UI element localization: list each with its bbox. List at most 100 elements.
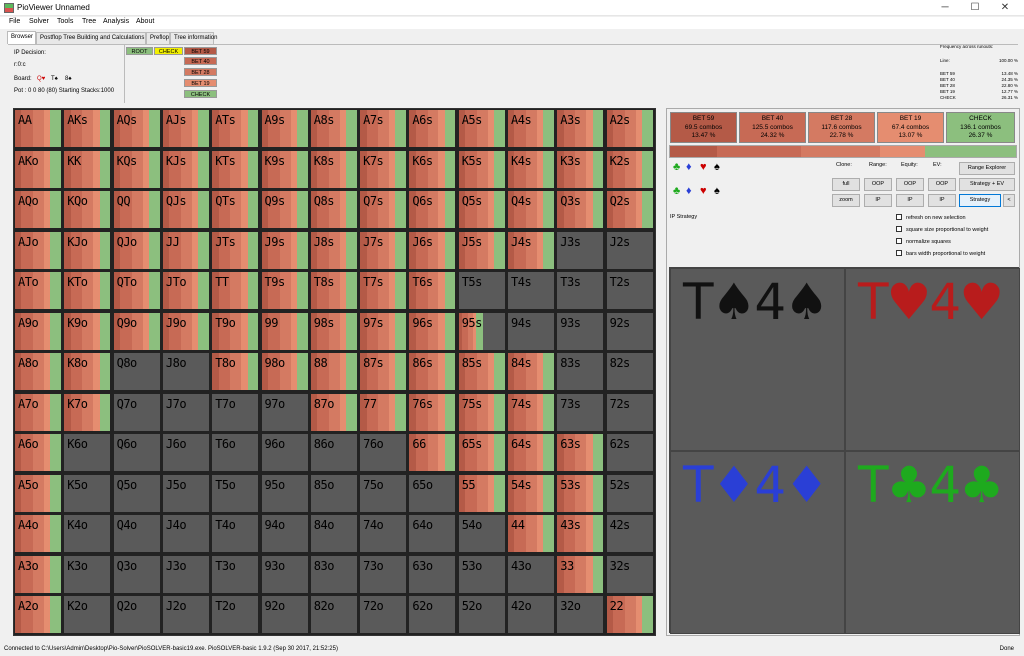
range-oop-button[interactable]: OOP (864, 178, 892, 191)
hand-cell-T4s[interactable]: T4s (507, 271, 555, 310)
hand-cell-KQs[interactable]: KQs (112, 149, 161, 189)
tab-preflop[interactable]: Preflop (146, 32, 170, 44)
hand-cell-KTs[interactable]: KTs (211, 149, 260, 189)
range-ip-button[interactable]: IP (864, 194, 892, 207)
hand-cell-T5o[interactable]: T5o (211, 473, 260, 513)
hand-cell-Q2s[interactable]: Q2s (605, 190, 654, 229)
hand-cell-66[interactable]: 66 (408, 433, 457, 472)
hand-cell-A2s[interactable]: A2s (605, 109, 654, 148)
hand-cell-72o[interactable]: 72o (359, 595, 408, 634)
hand-cell-KTo[interactable]: KTo (63, 271, 112, 310)
hand-cell-75s[interactable]: 75s (457, 392, 506, 432)
hand-cell-86o[interactable]: 86o (309, 433, 358, 472)
hand-cell-AJs[interactable]: AJs (161, 109, 210, 148)
hand-cell-T8s[interactable]: T8s (309, 271, 358, 310)
hand-cell-99[interactable]: 99 (260, 311, 309, 351)
hand-cell-43s[interactable]: 43s (556, 514, 605, 553)
hand-cell-62s[interactable]: 62s (605, 433, 654, 472)
hand-cell-J9o[interactable]: J9o (161, 311, 210, 351)
hand-cell-96s[interactable]: 96s (408, 311, 457, 351)
hand-cell-84o[interactable]: 84o (309, 514, 358, 553)
normalize-checkbox[interactable]: normalize squares (896, 238, 951, 245)
hand-cell-98o[interactable]: 98o (260, 352, 309, 391)
hand-cell-98s[interactable]: 98s (309, 311, 358, 351)
hand-cell-87o[interactable]: 87o (309, 392, 358, 432)
hand-cell-53o[interactable]: 53o (457, 554, 506, 594)
hand-cell-K4s[interactable]: K4s (507, 149, 555, 189)
hand-cell-AQo[interactable]: AQo (14, 190, 62, 229)
hand-cell-Q5s[interactable]: Q5s (457, 190, 506, 229)
maximize-button[interactable]: ☐ (960, 0, 990, 16)
hand-cell-J3o[interactable]: J3o (161, 554, 210, 594)
action-summary-bet19[interactable]: BET 19 67.4 combos 13.07 % (877, 112, 944, 143)
heart-icon[interactable]: ♥ (700, 185, 707, 197)
hand-cell-64o[interactable]: 64o (408, 514, 457, 553)
hand-cell-A8s[interactable]: A8s (309, 109, 358, 148)
hand-cell-92o[interactable]: 92o (260, 595, 309, 634)
hand-cell-ATo[interactable]: ATo (14, 271, 62, 310)
spade-icon[interactable]: ♠ (714, 161, 720, 173)
hand-cell-T7o[interactable]: T7o (211, 392, 260, 432)
hand-cell-93s[interactable]: 93s (556, 311, 605, 351)
hand-cell-82o[interactable]: 82o (309, 595, 358, 634)
action-summary-bet40[interactable]: BET 40 125.5 combos 24.32 % (739, 112, 806, 143)
hand-cell-ATs[interactable]: ATs (211, 109, 260, 148)
hand-cell-A9s[interactable]: A9s (260, 109, 309, 148)
hand-cell-42s[interactable]: 42s (605, 514, 654, 553)
hand-cell-94o[interactable]: 94o (260, 514, 309, 553)
hand-cell-A4o[interactable]: A4o (14, 514, 62, 553)
hand-cell-A9o[interactable]: A9o (14, 311, 62, 351)
full-button[interactable]: full (832, 178, 860, 191)
heart-icon[interactable]: ♥ (700, 161, 707, 173)
hand-cell-43o[interactable]: 43o (507, 554, 555, 594)
hand-cell-97s[interactable]: 97s (359, 311, 408, 351)
hand-cell-K5s[interactable]: K5s (457, 149, 506, 189)
hand-cell-J5o[interactable]: J5o (161, 473, 210, 513)
hand-cell-52s[interactable]: 52s (605, 473, 654, 513)
hand-cell-J7s[interactable]: J7s (359, 230, 408, 270)
hand-cell-K8o[interactable]: K8o (63, 352, 112, 391)
refresh-checkbox[interactable]: refresh on new selection (896, 214, 966, 221)
tree-bet19-node[interactable]: BET 19 (184, 79, 217, 87)
hand-cell-32s[interactable]: 32s (605, 554, 654, 594)
hand-cell-T5s[interactable]: T5s (457, 271, 506, 310)
hand-cell-Q5o[interactable]: Q5o (112, 473, 161, 513)
hand-cell-65o[interactable]: 65o (408, 473, 457, 513)
hand-cell-J8o[interactable]: J8o (161, 352, 210, 391)
hand-cell-72s[interactable]: 72s (605, 392, 654, 432)
hand-cell-T3s[interactable]: T3s (556, 271, 605, 310)
hand-cell-A7o[interactable]: A7o (14, 392, 62, 432)
hand-cell-88[interactable]: 88 (309, 352, 358, 391)
hand-cell-QTo[interactable]: QTo (112, 271, 161, 310)
hand-cell-73o[interactable]: 73o (359, 554, 408, 594)
hand-cell-74s[interactable]: 74s (507, 392, 555, 432)
hand-cell-Q2o[interactable]: Q2o (112, 595, 161, 634)
checkbox-box[interactable] (896, 238, 902, 244)
hand-cell-K9o[interactable]: K9o (63, 311, 112, 351)
hand-cell-TT[interactable]: TT (211, 271, 260, 310)
equity-oop-button[interactable]: OOP (896, 178, 924, 191)
hand-cell-Q3s[interactable]: Q3s (556, 190, 605, 229)
hand-cell-K8s[interactable]: K8s (309, 149, 358, 189)
hand-cell-93o[interactable]: 93o (260, 554, 309, 594)
hand-cell-T9s[interactable]: T9s (260, 271, 309, 310)
hand-cell-K7s[interactable]: K7s (359, 149, 408, 189)
menu-solver[interactable]: Solver (29, 18, 49, 25)
hand-cell-87s[interactable]: 87s (359, 352, 408, 391)
hand-cell-76o[interactable]: 76o (359, 433, 408, 472)
hand-cell-Q7s[interactable]: Q7s (359, 190, 408, 229)
minimize-button[interactable]: ─ (930, 0, 960, 16)
hand-cell-95s[interactable]: 95s (457, 311, 506, 351)
hand-cell-J6o[interactable]: J6o (161, 433, 210, 472)
hand-cell-Q4s[interactable]: Q4s (507, 190, 555, 229)
hand-cell-T9o[interactable]: T9o (211, 311, 260, 351)
tree-check-node[interactable]: CHECK (154, 47, 183, 55)
hand-cell-A3s[interactable]: A3s (556, 109, 605, 148)
hand-cell-A3o[interactable]: A3o (14, 554, 62, 594)
hand-cell-73s[interactable]: 73s (556, 392, 605, 432)
hand-cell-J6s[interactable]: J6s (408, 230, 457, 270)
hand-cell-QJo[interactable]: QJo (112, 230, 161, 270)
hand-cell-44[interactable]: 44 (507, 514, 555, 553)
equity-ip-button[interactable]: IP (896, 194, 924, 207)
hand-cell-84s[interactable]: 84s (507, 352, 555, 391)
